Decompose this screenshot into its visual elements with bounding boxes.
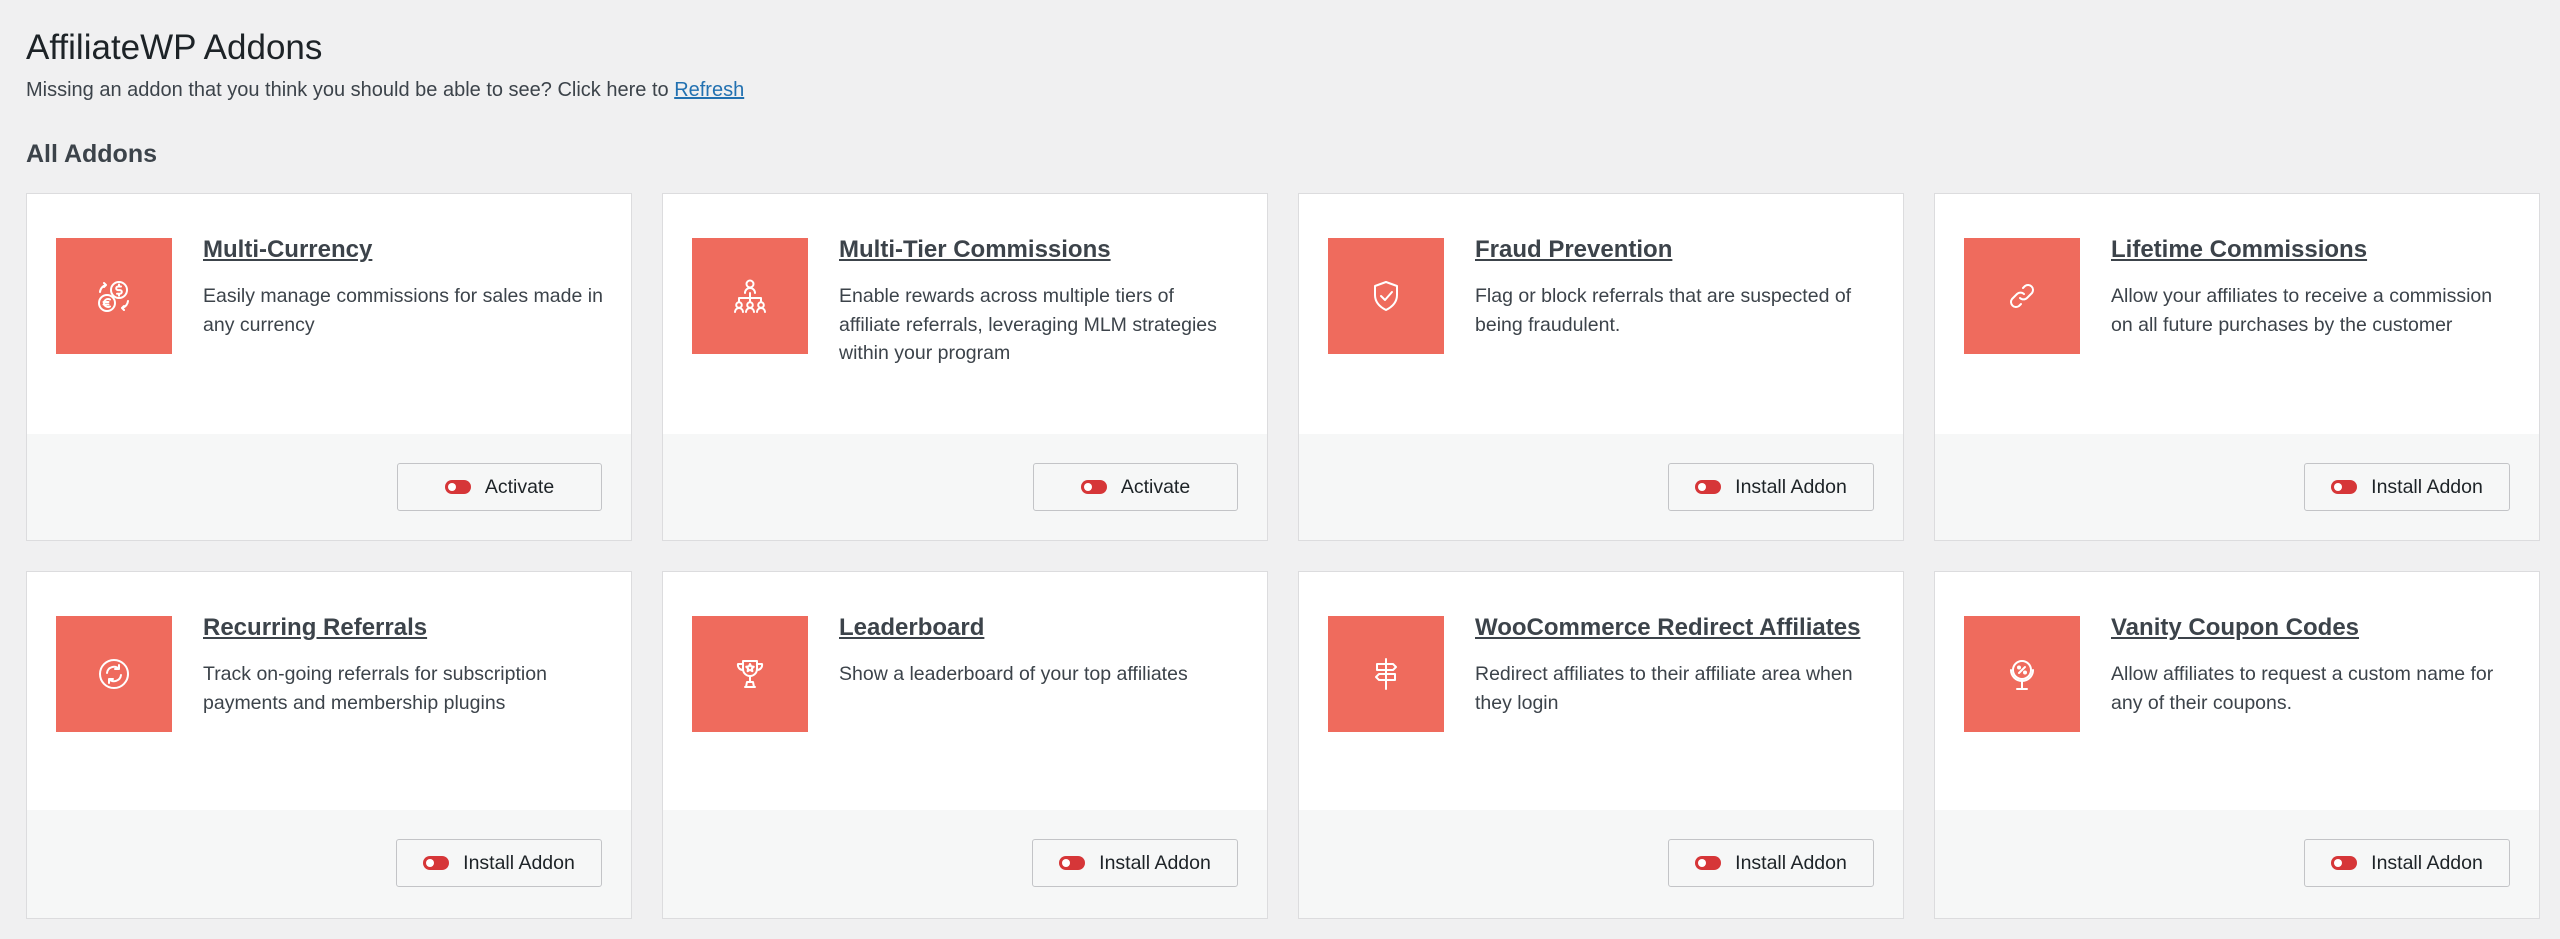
- card-footer: Install Addon: [1935, 434, 2539, 540]
- card-footer: Activate: [27, 434, 631, 540]
- addons-grid: Multi-Currency Easily manage commissions…: [26, 193, 2540, 919]
- addon-title[interactable]: Fraud Prevention: [1475, 234, 1875, 266]
- addon-title[interactable]: Lifetime Commissions: [2111, 234, 2511, 266]
- toggle-off-icon: [423, 856, 450, 870]
- activate-button[interactable]: Activate: [397, 463, 602, 511]
- trophy-icon: [692, 616, 808, 732]
- addon-title[interactable]: Recurring Referrals: [203, 612, 603, 644]
- button-label: Activate: [484, 475, 555, 498]
- toggle-off-icon: [1059, 856, 1086, 870]
- card-footer: Install Addon: [1299, 810, 1903, 918]
- addon-card: WooCommerce Redirect Affiliates Redirect…: [1298, 571, 1904, 919]
- activate-button[interactable]: Activate: [1033, 463, 1238, 511]
- card-footer: Activate: [663, 434, 1267, 540]
- addon-description: Track on-going referrals for subscriptio…: [203, 663, 547, 714]
- card-footer: Install Addon: [1299, 434, 1903, 540]
- addon-description: Allow affiliates to request a custom nam…: [2111, 663, 2494, 714]
- toggle-off-icon: [1695, 480, 1722, 494]
- coupon-badge-icon: [1964, 616, 2080, 732]
- button-label: Activate: [1120, 475, 1191, 498]
- card-footer: Install Addon: [663, 810, 1267, 918]
- card-footer: Install Addon: [27, 810, 631, 918]
- addon-card: Multi-Currency Easily manage commissions…: [26, 193, 632, 541]
- toggle-off-icon: [1695, 856, 1722, 870]
- addon-card: Vanity Coupon Codes Allow affiliates to …: [1934, 571, 2540, 919]
- addon-description: Show a leaderboard of your top affiliate…: [839, 663, 1188, 685]
- addon-card: Multi-Tier Commissions Enable rewards ac…: [662, 193, 1268, 541]
- install-addon-button[interactable]: Install Addon: [1032, 839, 1238, 887]
- addon-description: Redirect affiliates to their affiliate a…: [1475, 663, 1853, 714]
- section-heading: All Addons: [26, 140, 158, 168]
- addon-card: Fraud Prevention Flag or block referrals…: [1298, 193, 1904, 541]
- addon-description: Easily manage commissions for sales made…: [203, 285, 603, 336]
- card-footer: Install Addon: [1935, 810, 2539, 918]
- subtitle-text: Missing an addon that you think you shou…: [26, 79, 675, 101]
- addon-card: Leaderboard Show a leaderboard of your t…: [662, 571, 1268, 919]
- toggle-off-icon: [1080, 480, 1107, 494]
- addon-description: Enable rewards across multiple tiers of …: [839, 285, 1217, 364]
- hierarchy-icon: [692, 238, 808, 354]
- toggle-off-icon: [2331, 480, 2358, 494]
- addon-title[interactable]: Multi-Currency: [203, 234, 603, 266]
- addon-description: Flag or block referrals that are suspect…: [1475, 285, 1852, 336]
- link-icon: [1964, 238, 2080, 354]
- button-label: Install Addon: [1735, 475, 1847, 498]
- addon-title[interactable]: Multi-Tier Commissions: [839, 234, 1239, 266]
- install-addon-button[interactable]: Install Addon: [1668, 839, 1874, 887]
- install-addon-button[interactable]: Install Addon: [1668, 463, 1874, 511]
- button-label: Install Addon: [1735, 851, 1847, 874]
- addon-card: Lifetime Commissions Allow your affiliat…: [1934, 193, 2540, 541]
- addon-title[interactable]: Leaderboard: [839, 612, 1239, 644]
- toggle-off-icon: [444, 480, 471, 494]
- currency-exchange-icon: [56, 238, 172, 354]
- button-label: Install Addon: [1099, 851, 1211, 874]
- install-addon-button[interactable]: Install Addon: [2304, 839, 2510, 887]
- page-title: AffiliateWP Addons: [26, 28, 323, 67]
- install-addon-button[interactable]: Install Addon: [396, 839, 602, 887]
- signpost-icon: [1328, 616, 1444, 732]
- button-label: Install Addon: [2371, 475, 2483, 498]
- shield-check-icon: [1328, 238, 1444, 354]
- refresh-cycle-icon: [56, 616, 172, 732]
- refresh-link[interactable]: Refresh: [674, 79, 744, 101]
- install-addon-button[interactable]: Install Addon: [2304, 463, 2510, 511]
- subtitle: Missing an addon that you think you shou…: [26, 76, 744, 104]
- addon-title[interactable]: WooCommerce Redirect Affiliates: [1475, 612, 1875, 644]
- addon-title[interactable]: Vanity Coupon Codes: [2111, 612, 2511, 644]
- button-label: Install Addon: [2371, 851, 2483, 874]
- addon-description: Allow your affiliates to receive a commi…: [2111, 285, 2493, 336]
- addon-card: Recurring Referrals Track on-going refer…: [26, 571, 632, 919]
- toggle-off-icon: [2331, 856, 2358, 870]
- button-label: Install Addon: [463, 851, 575, 874]
